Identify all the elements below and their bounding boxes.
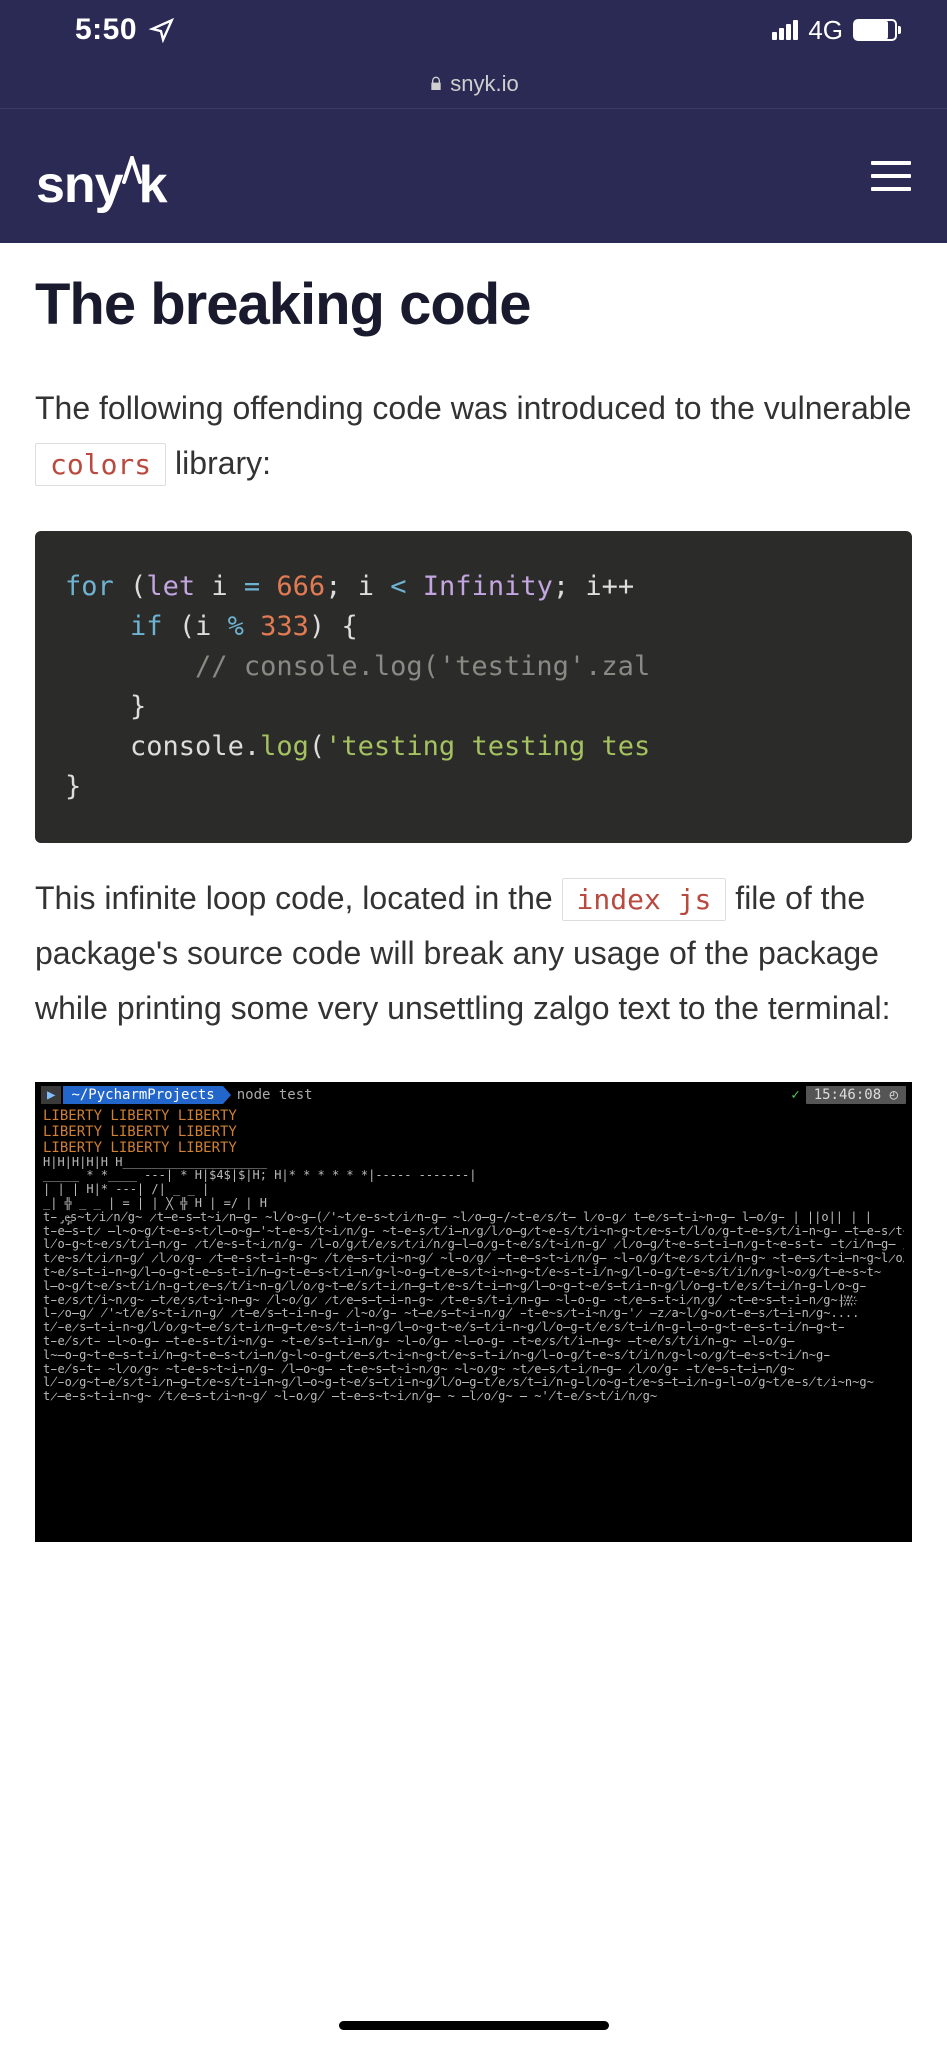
code-block: for (let i = 666; i < Infinity; i++ if (… bbox=[35, 531, 912, 843]
status-time: 5:50 bbox=[75, 13, 137, 47]
prompt-arrow-icon: ▶ bbox=[41, 1086, 61, 1104]
terminal-screenshot: ▶ ~/PycharmProjects node test ✓ 15:46:08… bbox=[35, 1082, 912, 1542]
location-icon bbox=[149, 17, 175, 43]
home-indicator[interactable] bbox=[339, 2021, 609, 2030]
inline-code-colors: colors bbox=[35, 443, 166, 486]
browser-url-bar[interactable]: snyk.io bbox=[0, 60, 947, 108]
check-icon: ✓ bbox=[791, 1087, 799, 1103]
liberty-line-3: LIBERTY LIBERTY LIBERTY bbox=[35, 1140, 912, 1156]
liberty-line-1: LIBERTY LIBERTY LIBERTY bbox=[35, 1108, 912, 1124]
brand-logo[interactable]: snyk bbox=[36, 137, 167, 215]
article-content: The breaking code The following offendin… bbox=[0, 243, 947, 1542]
paragraph-2: This infinite loop code, located in the … bbox=[35, 871, 912, 1036]
lock-icon bbox=[428, 76, 444, 92]
terminal-path: ~/PycharmProjects bbox=[63, 1086, 222, 1104]
terminal-command: node test bbox=[237, 1087, 313, 1103]
menu-button[interactable] bbox=[871, 161, 911, 191]
site-header: snyk bbox=[0, 108, 947, 243]
terminal-time: 15:46:08 ◴ bbox=[806, 1086, 906, 1104]
inline-code-indexjs: index js bbox=[562, 878, 727, 921]
intro-paragraph: The following offending code was introdu… bbox=[35, 381, 912, 491]
url-domain: snyk.io bbox=[450, 71, 518, 97]
liberty-line-2: LIBERTY LIBERTY LIBERTY bbox=[35, 1124, 912, 1140]
signal-icon bbox=[772, 20, 798, 40]
status-bar: 5:50 4G bbox=[0, 0, 947, 60]
network-label: 4G bbox=[808, 15, 843, 46]
page-title: The breaking code bbox=[35, 273, 912, 337]
zalgo-output: H|H|H|H|H H____________________ _____ * … bbox=[35, 1156, 912, 1542]
battery-icon bbox=[853, 19, 897, 41]
